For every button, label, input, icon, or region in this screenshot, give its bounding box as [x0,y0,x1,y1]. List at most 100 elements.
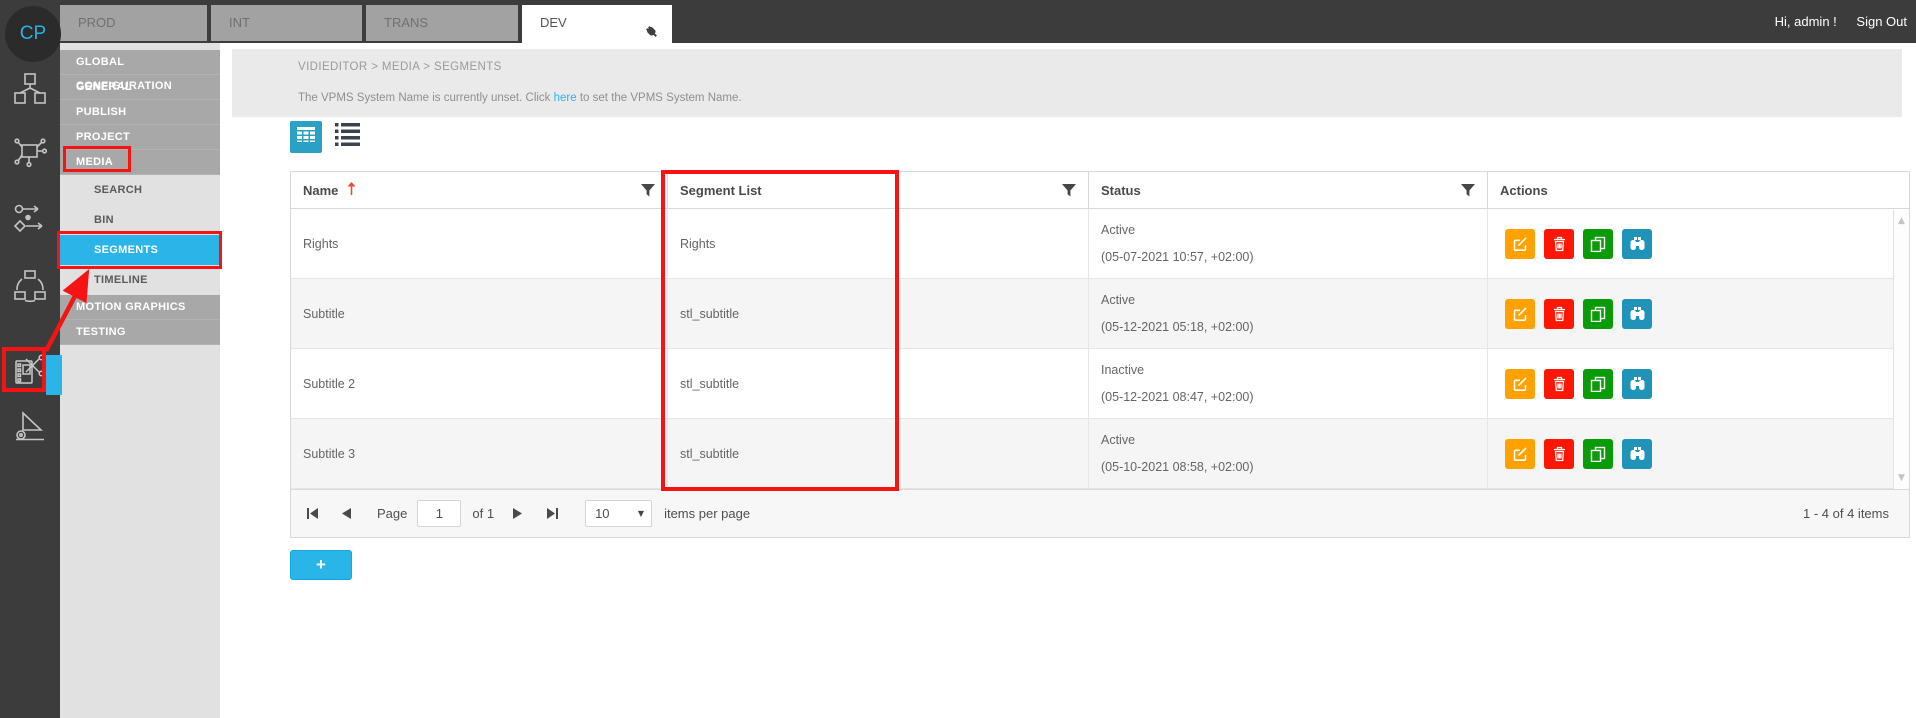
status-value: Inactive [1101,363,1144,377]
workflow-icon[interactable] [12,200,48,238]
filter-icon[interactable] [641,184,655,200]
items-range-label: 1 - 4 of 4 items [1803,506,1889,521]
notice-here-link[interactable]: here [554,92,577,104]
find-button[interactable] [1622,229,1652,259]
page-number-input[interactable] [417,500,461,527]
nav-item-bin[interactable]: BIN [60,205,220,235]
find-button[interactable] [1622,439,1652,469]
filter-icon[interactable] [1062,184,1076,200]
segments-table: Name Segment List Status Actions Rights [290,171,1910,538]
app-logo: CP [5,6,61,62]
filter-icon[interactable] [1461,184,1475,200]
page-size-select[interactable]: 10 ▼ [585,500,652,527]
find-button[interactable] [1622,369,1652,399]
modules-icon[interactable] [12,70,48,108]
edit-button[interactable] [1505,439,1535,469]
duplicate-button[interactable] [1583,299,1613,329]
sort-asc-icon [347,182,356,199]
sign-out-link[interactable]: Sign Out [1856,14,1907,29]
nav-item-search[interactable]: SEARCH [60,175,220,205]
breadcrumb: VIDIEDITOR > MEDIA > SEGMENTS [298,49,502,83]
nav-item-motion-graphics[interactable]: MOTION GRAPHICS [60,295,220,320]
previous-page-button[interactable] [342,508,351,519]
nav-item-global-configuration[interactable]: GLOBAL CONFIGURATION [60,50,220,75]
add-segment-button[interactable]: + [290,550,352,580]
review-tools-icon[interactable] [12,407,48,445]
column-header-actions-label: Actions [1500,183,1548,198]
list-view-toggle[interactable] [330,121,364,153]
table-header-row: Name Segment List Status Actions [291,172,1909,209]
nav-item-publish[interactable]: PUBLISH [60,100,220,125]
column-header-name-label: Name [303,183,338,198]
status-timestamp: (05-10-2021 08:58, +02:00) [1101,460,1254,474]
vpms-notice: The VPMS System Name is currently unset.… [298,83,742,117]
table-row: Subtitle stl_subtitle Active (05-12-2021… [291,279,1909,349]
cell-segment-list: Rights [668,209,1089,278]
nav-item-timeline[interactable]: TIMELINE [60,265,220,295]
table-row: Subtitle 2 stl_subtitle Inactive (05-12-… [291,349,1909,419]
nav-item-media[interactable]: MEDIA [60,150,220,175]
status-value: Active [1101,293,1135,307]
table-row: Rights Rights Active (05-07-2021 10:57, … [291,209,1909,279]
duplicate-button[interactable] [1583,369,1613,399]
next-page-button[interactable] [513,508,522,519]
env-tab-trans[interactable]: TRANS [366,5,518,41]
column-header-status-label: Status [1101,183,1141,198]
scroll-up-icon[interactable]: ▲ [1894,216,1909,226]
column-header-actions: Actions [1488,172,1894,208]
list-view-icon [335,123,360,151]
cell-actions [1488,209,1894,278]
nav-item-testing[interactable]: TESTING [60,320,220,345]
delete-button[interactable] [1544,229,1574,259]
cell-status: Inactive (05-12-2021 08:47, +02:00) [1089,349,1488,418]
env-tab-prod[interactable]: PROD [60,5,207,41]
first-page-button[interactable] [307,508,318,519]
page-label: Page [377,506,407,521]
column-header-segment-list-label: Segment List [680,183,762,198]
column-header-name[interactable]: Name [291,172,668,208]
chevron-down-icon: ▼ [638,509,644,518]
connections-icon[interactable] [12,133,48,171]
delete-button[interactable] [1544,299,1574,329]
last-page-button[interactable] [547,508,558,519]
env-tab-dev-label: DEV [540,15,567,30]
status-timestamp: (05-12-2021 05:18, +02:00) [1101,320,1254,334]
video-editor-icon[interactable] [12,351,48,389]
duplicate-button[interactable] [1583,439,1613,469]
notice-text-after: to set the VPMS System Name. [577,92,742,104]
notice-text-before: The VPMS System Name is currently unset.… [298,92,554,104]
status-timestamp: (05-12-2021 08:47, +02:00) [1101,390,1254,404]
table-scrollbar[interactable]: ▲ ▼ [1893,210,1909,489]
config-nav: GLOBAL CONFIGURATION GENERAL PUBLISH PRO… [60,43,220,718]
user-greeting: Hi, admin ! [1775,14,1837,29]
page-size-value: 10 [595,506,609,521]
edit-button[interactable] [1505,229,1535,259]
grid-view-toggle[interactable] [290,121,322,153]
column-header-status[interactable]: Status [1089,172,1488,208]
page-of-label: of 1 [472,506,494,521]
delete-button[interactable] [1544,369,1574,399]
lifecycle-icon[interactable] [12,267,48,305]
nav-item-project[interactable]: PROJECT [60,125,220,150]
env-tab-dev[interactable]: DEV [522,5,672,48]
edit-button[interactable] [1505,369,1535,399]
scroll-down-icon[interactable]: ▼ [1894,473,1909,483]
cell-actions [1488,349,1894,418]
top-bar: PROD INT TRANS DEV Hi, admin ! Sign Out [0,0,1916,43]
column-header-segment-list[interactable]: Segment List [668,172,1089,208]
nav-item-segments[interactable]: SEGMENTS [60,235,220,265]
cell-status: Active (05-10-2021 08:58, +02:00) [1089,419,1488,488]
duplicate-button[interactable] [1583,229,1613,259]
edit-button[interactable] [1505,299,1535,329]
delete-button[interactable] [1544,439,1574,469]
cell-segment-list: stl_subtitle [668,419,1089,488]
status-value: Active [1101,433,1135,447]
active-module-indicator [46,355,62,395]
find-button[interactable] [1622,299,1652,329]
env-tab-int[interactable]: INT [211,5,362,41]
grid-view-icon [297,127,315,147]
cell-name: Subtitle 2 [291,349,668,418]
status-timestamp: (05-07-2021 10:57, +02:00) [1101,250,1254,264]
table-row: Subtitle 3 stl_subtitle Active (05-10-20… [291,419,1909,489]
items-per-page-label: items per page [664,506,750,521]
